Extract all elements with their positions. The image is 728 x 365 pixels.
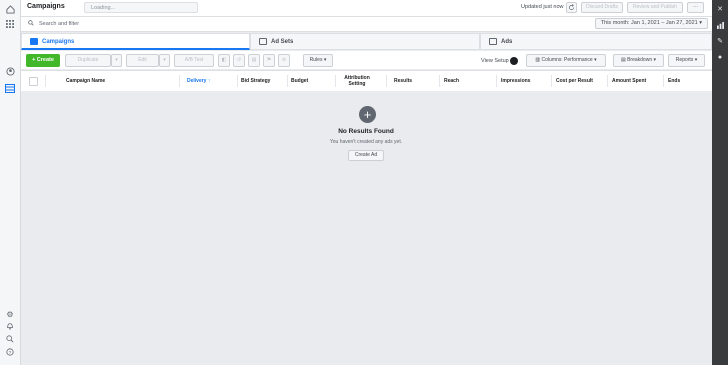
column-divider [335, 75, 336, 87]
link-icon[interactable]: ⊘ [278, 54, 290, 67]
review-publish-button[interactable]: Review and Publish [627, 2, 683, 13]
col-attribution-setting[interactable]: Attribution Setting [339, 71, 375, 91]
page-title: Campaigns [27, 3, 65, 10]
right-rail: ✕ ✎ ● [712, 0, 728, 365]
column-divider [496, 75, 497, 87]
search-icon [28, 20, 34, 28]
ads-manager-icon[interactable] [4, 82, 16, 94]
left-nav: ⚙ ? [0, 0, 21, 365]
breakdown-icon: ▤ [620, 57, 626, 63]
duplicate-dropdown[interactable]: ▾ [111, 54, 122, 67]
column-divider [439, 75, 440, 87]
col-budget[interactable]: Budget [291, 71, 331, 91]
ad-icon [489, 38, 497, 45]
table-body: + No Results Found You haven't created a… [21, 91, 712, 365]
refresh-icon [569, 4, 574, 10]
top-bar: Campaigns Loading... Updated just now Di… [21, 0, 712, 17]
help-icon[interactable]: ? [4, 346, 16, 358]
home-icon[interactable] [4, 3, 16, 15]
create-button[interactable]: + Create [26, 54, 60, 67]
settings-icon[interactable]: ⚙ [4, 308, 16, 320]
search-input[interactable]: Search and filter [39, 21, 79, 27]
col-bid-strategy[interactable]: Bid Strategy [241, 71, 286, 91]
edit-button[interactable]: Edit [126, 54, 159, 67]
level-tabs: Campaigns Ad Sets Ads [21, 33, 712, 50]
empty-state-title: No Results Found [338, 128, 394, 135]
col-ends[interactable]: Ends [668, 71, 706, 91]
refresh-button[interactable] [566, 2, 577, 13]
col-impressions[interactable]: Impressions [501, 71, 551, 91]
search-filter-bar: Search and filter This month: Jan 1, 202… [21, 17, 712, 32]
col-reach[interactable]: Reach [444, 71, 494, 91]
col-amount-spent[interactable]: Amount Spent [612, 71, 662, 91]
table-header: Campaign Name Delivery ↑ Bid Strategy Bu… [21, 70, 712, 92]
col-cost-per-result[interactable]: Cost per Result [556, 71, 606, 91]
toolbar: + Create Duplicate ▾ Edit ▾ A/B Test ◧ ↺… [21, 51, 712, 69]
tab-ads[interactable]: Ads [480, 33, 712, 50]
select-all-checkbox[interactable] [29, 77, 38, 86]
info-icon[interactable]: ● [715, 52, 725, 62]
plus-icon: + [359, 106, 376, 123]
rules-button[interactable]: Rules ▾ [303, 54, 333, 67]
edit-dropdown[interactable]: ▾ [159, 54, 170, 67]
columns-button[interactable]: ▥ Columns: Performance ▾ [526, 54, 606, 67]
create-ad-button[interactable]: Create Ad [348, 150, 384, 161]
search-icon[interactable] [4, 333, 16, 345]
col-results[interactable]: Results [394, 71, 434, 91]
chart-icon[interactable] [715, 20, 725, 30]
pencil-icon[interactable]: ✎ [715, 36, 725, 46]
column-divider [607, 75, 608, 87]
tab-campaigns[interactable]: Campaigns [21, 33, 250, 50]
col-campaign-name[interactable]: Campaign Name [66, 71, 176, 91]
breakdown-button[interactable]: ▤ Breakdown ▾ [613, 54, 664, 67]
label-icon[interactable]: ⚑ [263, 54, 275, 67]
columns-icon: ▥ [535, 57, 541, 63]
campaign-name-field[interactable]: Loading... [84, 2, 198, 13]
date-range-picker[interactable]: This month: Jan 1, 2021 – Jan 27, 2021 ▾ [594, 18, 708, 29]
grid-menu-icon[interactable] [4, 18, 16, 30]
trash-icon[interactable]: ▤ [248, 54, 260, 67]
grid-icon [259, 38, 267, 45]
notifications-icon[interactable] [4, 320, 16, 332]
duplicate-button[interactable]: Duplicate [65, 54, 111, 67]
folder-icon [30, 38, 38, 45]
account-icon[interactable] [4, 65, 16, 77]
col-delivery[interactable]: Delivery ↑ [187, 71, 237, 91]
more-options-button[interactable]: ··· [687, 2, 704, 13]
view-setup-label: View Setup [481, 58, 509, 64]
discard-drafts-button[interactable]: Discard Drafts [581, 2, 623, 13]
column-divider [287, 75, 288, 87]
tab-ad-sets[interactable]: Ad Sets [250, 33, 480, 50]
column-divider [551, 75, 552, 87]
view-setup-toggle[interactable] [510, 57, 518, 65]
column-divider [237, 75, 238, 87]
column-divider [45, 75, 46, 87]
column-divider [663, 75, 664, 87]
reports-button[interactable]: Reports ▾ [668, 54, 705, 67]
close-icon[interactable]: ✕ [715, 4, 725, 14]
empty-state-subtitle: You haven't created any ads yet. [329, 139, 403, 145]
svg-text:?: ? [9, 350, 12, 356]
column-divider [179, 75, 180, 87]
ab-test-button[interactable]: A/B Test [174, 54, 214, 67]
tag-icon[interactable]: ◧ [218, 54, 230, 67]
column-divider [386, 75, 387, 87]
undo-icon[interactable]: ↺ [233, 54, 245, 67]
updated-status: Updated just now [521, 4, 564, 10]
